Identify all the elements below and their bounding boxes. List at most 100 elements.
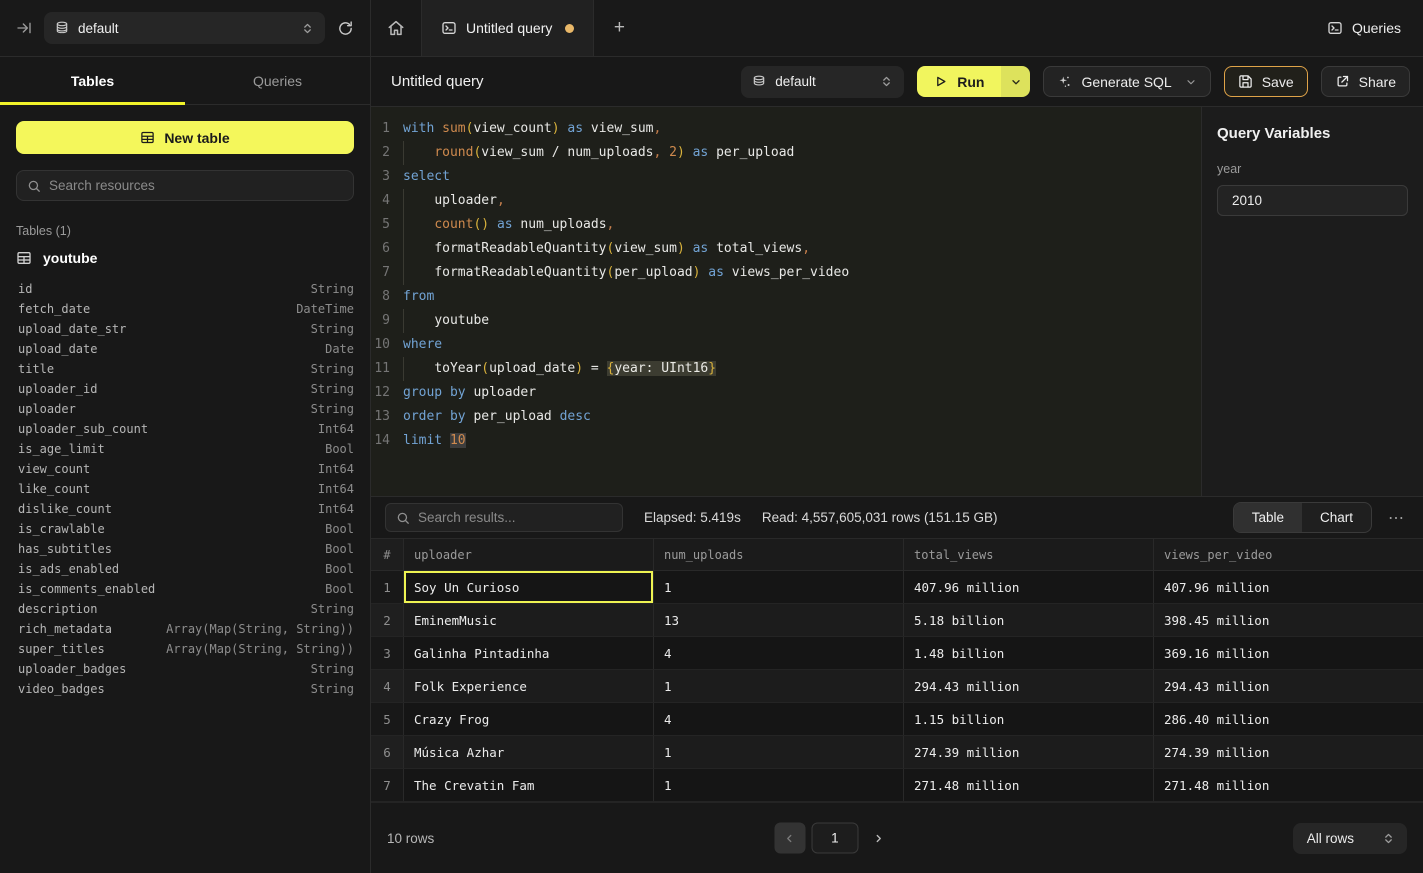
save-button[interactable]: Save bbox=[1224, 66, 1308, 97]
editor-line: 4 uploader, bbox=[371, 189, 1201, 213]
table-cell[interactable]: 369.16 million bbox=[1154, 637, 1423, 669]
column-type: String bbox=[311, 602, 354, 616]
column-row: is_ads_enabledBool bbox=[16, 559, 354, 579]
generate-sql-button[interactable]: Generate SQL bbox=[1043, 66, 1210, 97]
column-row: rich_metadataArray(Map(String, String)) bbox=[16, 619, 354, 639]
header-views-per-video[interactable]: views_per_video bbox=[1154, 539, 1423, 570]
search-icon bbox=[396, 511, 410, 525]
column-type: Bool bbox=[325, 522, 354, 536]
table-cell[interactable]: 1 bbox=[654, 736, 904, 768]
table-row: 5Crazy Frog41.15 billion286.40 million bbox=[371, 703, 1423, 736]
table-cell[interactable]: EminemMusic bbox=[404, 604, 654, 636]
table-cell[interactable]: 1 bbox=[654, 571, 904, 603]
table-cell[interactable]: 274.39 million bbox=[1154, 736, 1423, 768]
table-row: 4Folk Experience1294.43 million294.43 mi… bbox=[371, 670, 1423, 703]
refresh-icon[interactable] bbox=[337, 20, 354, 37]
header-num-uploads[interactable]: num_uploads bbox=[654, 539, 904, 570]
sidebar-tab-queries[interactable]: Queries bbox=[185, 57, 370, 104]
table-cell[interactable]: 1 bbox=[654, 670, 904, 702]
column-row: is_crawlableBool bbox=[16, 519, 354, 539]
table-cell[interactable]: Música Azhar bbox=[404, 736, 654, 768]
table-row: 6Música Azhar1274.39 million274.39 milli… bbox=[371, 736, 1423, 769]
table-cell[interactable]: 271.48 million bbox=[1154, 769, 1423, 801]
table-cell[interactable]: 271.48 million bbox=[904, 769, 1154, 801]
home-button[interactable] bbox=[371, 0, 421, 56]
table-cell[interactable]: 5.18 billion bbox=[904, 604, 1154, 636]
search-icon bbox=[27, 179, 41, 193]
sidebar-table-youtube[interactable]: youtube bbox=[16, 250, 354, 266]
table-cell[interactable]: 294.43 million bbox=[1154, 670, 1423, 702]
column-type: Int64 bbox=[318, 462, 354, 476]
sidebar-tab-tables[interactable]: Tables bbox=[0, 57, 185, 104]
chevron-down-icon[interactable] bbox=[1185, 76, 1197, 88]
header-total-views[interactable]: total_views bbox=[904, 539, 1154, 570]
table-cell[interactable]: 1.48 billion bbox=[904, 637, 1154, 669]
column-type: String bbox=[311, 402, 354, 416]
table-cell[interactable]: 407.96 million bbox=[1154, 571, 1423, 603]
results-search-input[interactable] bbox=[418, 510, 612, 525]
share-button[interactable]: Share bbox=[1321, 66, 1410, 97]
page-size-selector[interactable]: All rows bbox=[1293, 823, 1407, 854]
editor-line: 2 round(view_sum / num_uploads, 2) as pe… bbox=[371, 141, 1201, 165]
code-text: uploader, bbox=[403, 189, 505, 213]
table-cell[interactable]: 1.15 billion bbox=[904, 703, 1154, 735]
editor-line: 8from bbox=[371, 285, 1201, 309]
run-button[interactable]: Run bbox=[917, 66, 1001, 97]
table-cell[interactable]: 286.40 million bbox=[1154, 703, 1423, 735]
table-cell[interactable]: 4 bbox=[654, 637, 904, 669]
database-icon bbox=[55, 21, 69, 35]
prev-page-button[interactable] bbox=[774, 823, 805, 854]
table-row: 7The Crevatin Fam1271.48 million271.48 m… bbox=[371, 769, 1423, 802]
queries-button[interactable]: Queries bbox=[1327, 0, 1423, 56]
terminal-icon bbox=[1327, 20, 1343, 36]
more-options-icon[interactable]: ⋯ bbox=[1384, 508, 1409, 528]
editor-line: 14limit 10 bbox=[371, 429, 1201, 453]
run-button-group: Run bbox=[917, 66, 1030, 97]
current-page[interactable]: 1 bbox=[811, 823, 858, 854]
table-cell[interactable]: Folk Experience bbox=[404, 670, 654, 702]
column-row: has_subtitlesBool bbox=[16, 539, 354, 559]
resource-search-input[interactable] bbox=[49, 178, 343, 193]
editor-line: 9 youtube bbox=[371, 309, 1201, 333]
column-row: is_comments_enabledBool bbox=[16, 579, 354, 599]
database-selector[interactable]: default bbox=[44, 12, 325, 44]
code-text: count() as num_uploads, bbox=[403, 213, 614, 237]
top-bar-left: default bbox=[0, 0, 371, 56]
code-text: formatReadableQuantity(per_upload) as vi… bbox=[403, 261, 849, 285]
column-name: title bbox=[18, 362, 54, 376]
column-row: uploader_sub_countInt64 bbox=[16, 419, 354, 439]
table-cell[interactable]: 1 bbox=[654, 769, 904, 801]
view-toggle-chart[interactable]: Chart bbox=[1302, 503, 1371, 532]
table-cell[interactable]: 274.39 million bbox=[904, 736, 1154, 768]
header-uploader[interactable]: uploader bbox=[404, 539, 654, 570]
view-toggle-table[interactable]: Table bbox=[1234, 503, 1302, 532]
table-cell[interactable]: 398.45 million bbox=[1154, 604, 1423, 636]
variable-input-year[interactable] bbox=[1217, 185, 1408, 216]
sql-editor[interactable]: 1with sum(view_count) as view_sum,2 roun… bbox=[371, 107, 1201, 496]
table-cell[interactable]: Galinha Pintadinha bbox=[404, 637, 654, 669]
line-number: 9 bbox=[371, 309, 403, 333]
run-options-caret[interactable] bbox=[1001, 66, 1030, 97]
run-button-label: Run bbox=[957, 74, 984, 90]
table-cell[interactable]: 13 bbox=[654, 604, 904, 636]
database-icon bbox=[752, 75, 766, 89]
collapse-sidebar-icon[interactable] bbox=[16, 20, 32, 36]
row-count: 10 rows bbox=[387, 831, 434, 846]
table-cell[interactable]: Crazy Frog bbox=[404, 703, 654, 735]
table-cell[interactable]: The Crevatin Fam bbox=[404, 769, 654, 801]
code-text: toYear(upload_date) = {year: UInt16} bbox=[403, 357, 716, 381]
table-cell[interactable]: Soy Un Curioso bbox=[404, 571, 654, 603]
code-text: group by uploader bbox=[403, 381, 536, 405]
table-cell[interactable]: 294.43 million bbox=[904, 670, 1154, 702]
new-table-button[interactable]: New table bbox=[16, 121, 354, 154]
resource-search bbox=[16, 170, 354, 201]
query-database-selector[interactable]: default bbox=[741, 66, 904, 98]
next-page-button[interactable] bbox=[863, 823, 893, 854]
table-cell[interactable]: 407.96 million bbox=[904, 571, 1154, 603]
row-number: 1 bbox=[371, 571, 404, 603]
code-text: order by per_upload desc bbox=[403, 405, 591, 429]
tab-untitled-query[interactable]: Untitled query bbox=[421, 0, 594, 56]
column-row: descriptionString bbox=[16, 599, 354, 619]
table-cell[interactable]: 4 bbox=[654, 703, 904, 735]
new-tab-button[interactable]: + bbox=[594, 0, 644, 56]
